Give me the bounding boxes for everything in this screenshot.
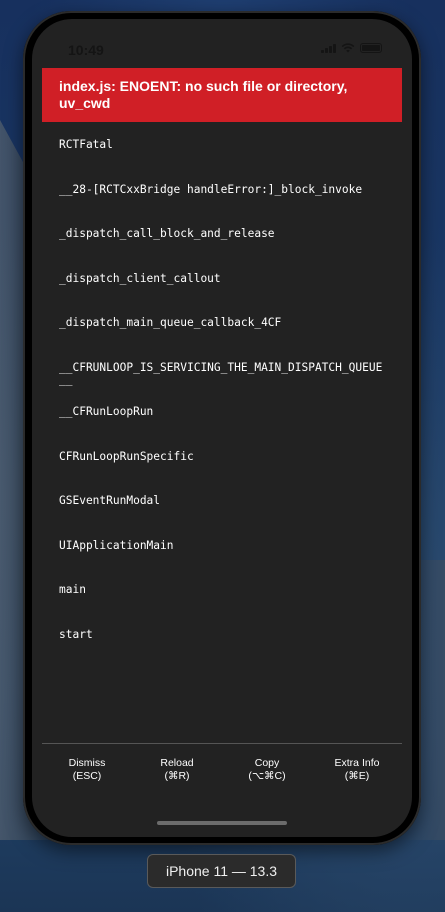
reload-shortcut: (⌘R) xyxy=(164,770,190,782)
stack-trace-list[interactable]: RCTFatal __28-[RCTCxxBridge handleError:… xyxy=(59,139,388,673)
stack-frame[interactable]: __28-[RCTCxxBridge handleError:]_block_i… xyxy=(59,183,388,229)
device-screen: 10:49 index.js: ENOENT: no such file or … xyxy=(32,19,412,837)
simulator-device-label: iPhone 11 — 13.3 xyxy=(147,854,296,888)
dismiss-button[interactable]: Dismiss (ESC) xyxy=(42,744,132,788)
status-bar: 10:49 xyxy=(32,19,412,59)
simulator-device-frame: 10:49 index.js: ENOENT: no such file or … xyxy=(23,11,421,845)
home-indicator[interactable] xyxy=(157,821,287,825)
copy-shortcut: (⌥⌘C) xyxy=(248,770,286,782)
stack-frame[interactable]: _dispatch_call_block_and_release xyxy=(59,228,388,273)
reload-label: Reload xyxy=(160,757,194,769)
stack-frame[interactable]: CFRunLoopRunSpecific xyxy=(59,450,388,496)
extra-info-label: Extra Info xyxy=(334,757,380,769)
stack-frame[interactable]: __CFRunLoopRun xyxy=(59,406,388,451)
extra-info-button[interactable]: Extra Info (⌘E) xyxy=(312,744,402,788)
stack-frame[interactable]: __CFRUNLOOP_IS_SERVICING_THE_MAIN_DISPAT… xyxy=(59,361,388,407)
redbox-action-bar: Dismiss (ESC) Reload (⌘R) Copy (⌥⌘C) Ext… xyxy=(42,743,402,788)
stack-frame[interactable]: UIApplicationMain xyxy=(59,539,388,585)
stack-frame[interactable]: RCTFatal xyxy=(59,139,388,184)
error-message-banner: index.js: ENOENT: no such file or direct… xyxy=(42,68,402,122)
stack-frame[interactable]: main xyxy=(59,584,388,629)
status-icons xyxy=(321,43,382,53)
dismiss-shortcut: (ESC) xyxy=(72,770,102,782)
stack-frame[interactable]: _dispatch_client_callout xyxy=(59,272,388,318)
copy-label: Copy xyxy=(254,757,280,769)
wifi-icon xyxy=(341,43,355,53)
stack-frame[interactable]: _dispatch_main_queue_callback_4CF xyxy=(59,317,388,362)
dismiss-label: Dismiss xyxy=(68,757,106,769)
signal-icon xyxy=(321,43,336,53)
stack-frame[interactable]: GSEventRunModal xyxy=(59,495,388,540)
battery-icon xyxy=(360,43,382,53)
extra-info-shortcut: (⌘E) xyxy=(344,770,370,782)
status-time: 10:49 xyxy=(68,42,104,58)
stack-frame[interactable]: start xyxy=(59,628,388,674)
copy-button[interactable]: Copy (⌥⌘C) xyxy=(222,744,312,788)
reload-button[interactable]: Reload (⌘R) xyxy=(132,744,222,788)
